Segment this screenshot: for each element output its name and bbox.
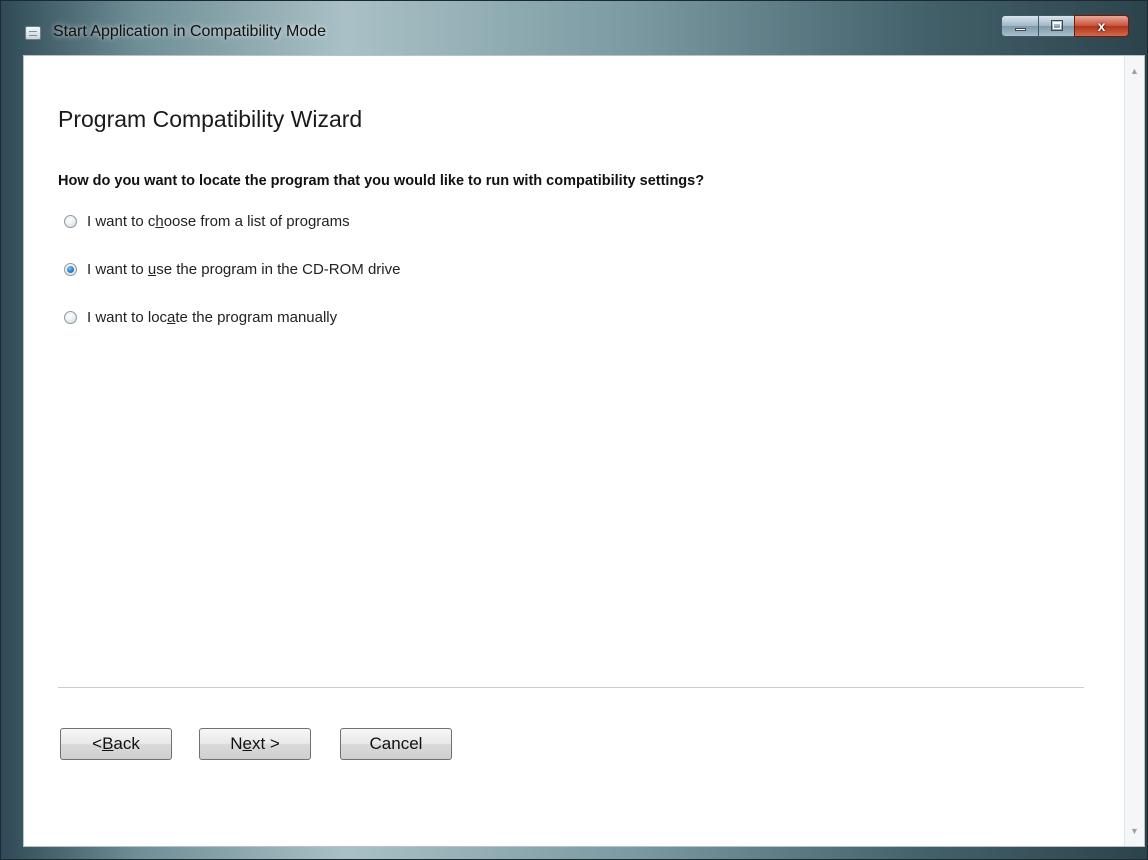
option-label: I want to locate the program manually [87, 309, 337, 326]
window-title: Start Application in Compatibility Mode [53, 23, 327, 40]
label-text: oose from a list of programs [163, 212, 350, 230]
label-text: I want to [87, 260, 148, 278]
minimize-button[interactable] [1001, 15, 1039, 37]
label-text: te the program manually [175, 308, 338, 326]
wizard-content: Program Compatibility Wizard How do you … [23, 55, 1145, 847]
label-text: I want to loc [87, 308, 168, 326]
wizard-heading: Program Compatibility Wizard [58, 106, 363, 132]
maximize-icon [1051, 20, 1063, 31]
access-key: u [147, 260, 157, 278]
vertical-scrollbar[interactable]: ▲ ▼ [1124, 56, 1144, 846]
button-text: < [92, 734, 103, 753]
label-text: se the program in the CD-ROM drive [156, 260, 401, 278]
scroll-up-arrow-icon[interactable]: ▲ [1125, 62, 1144, 80]
button-area-divider [58, 687, 1084, 688]
app-window-icon[interactable] [25, 26, 41, 40]
option-label: I want to choose from a list of programs [87, 213, 350, 230]
access-key: B [102, 734, 114, 753]
next-button[interactable]: Ne xt > [199, 728, 311, 760]
minimize-icon [1015, 28, 1026, 31]
radio-choose-from-list[interactable] [64, 214, 77, 228]
wizard-question: How do you want to locate the program th… [58, 173, 705, 189]
cancel-button[interactable]: Cancel [340, 728, 452, 760]
button-text: ack [113, 734, 140, 753]
title-bar[interactable]: Start Application in Compatibility Mode … [1, 1, 1147, 51]
close-button[interactable]: x [1074, 15, 1129, 37]
radio-use-cd-rom-drive[interactable] [64, 262, 77, 276]
option-label: I want to use the program in the CD-ROM … [87, 261, 400, 278]
label-text: I want to c [87, 212, 156, 230]
access-key: h [155, 212, 164, 230]
compatibility-wizard-window: Start Application in Compatibility Mode … [0, 0, 1148, 860]
option-choose-from-list[interactable]: I want to choose from a list of programs [64, 210, 350, 232]
maximize-button[interactable] [1038, 15, 1075, 37]
back-button[interactable]: < Back [60, 728, 172, 760]
button-text: N [230, 734, 243, 753]
option-locate-manually[interactable]: I want to locate the program manually [64, 306, 337, 328]
option-use-cd-rom-drive[interactable]: I want to use the program in the CD-ROM … [64, 258, 400, 280]
scroll-down-arrow-icon[interactable]: ▼ [1125, 822, 1144, 840]
radio-locate-manually[interactable] [64, 310, 77, 324]
button-text: xt > [251, 734, 280, 753]
access-key: e [242, 734, 252, 753]
close-icon: x [1097, 18, 1106, 34]
